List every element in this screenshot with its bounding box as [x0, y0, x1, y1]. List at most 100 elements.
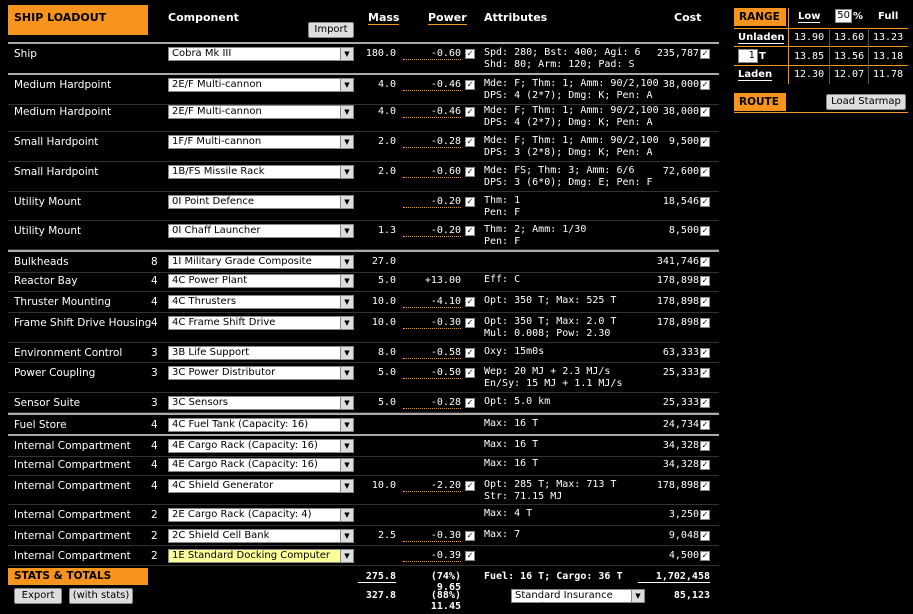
insurance-select[interactable]: Standard Insurance (95%) ▼ [511, 589, 645, 613]
cost-toggle-checkbox[interactable]: ✓ [700, 531, 710, 541]
component-select[interactable]: 4C Power Plant ▼ [168, 274, 354, 288]
slot-class: 2 [151, 530, 158, 542]
mass-value: 10.0 [371, 296, 396, 307]
power-toggle-checkbox[interactable]: ✓ [465, 297, 475, 307]
cost-toggle-checkbox[interactable]: ✓ [700, 441, 710, 451]
loadout-row: Ship Cobra Mk III ▼ 180.0 -0.60 ✓ Spd: 280; Bs… [8, 42, 719, 75]
component-select[interactable]: 2C Shield Cell Bank ▼ [168, 529, 354, 543]
power-toggle-checkbox[interactable]: ✓ [465, 318, 475, 328]
cost-toggle-checkbox[interactable]: ✓ [700, 460, 710, 470]
power-toggle-checkbox[interactable]: ✓ [465, 49, 475, 59]
component-select[interactable]: 1E Standard Docking Computer ▼ [168, 549, 354, 563]
import-button[interactable]: Import [308, 22, 354, 38]
power-toggle-checkbox[interactable]: ✓ [465, 107, 475, 117]
component-select[interactable]: 2E Cargo Rack (Capacity: 4) ▼ [168, 508, 354, 522]
cost-toggle-checkbox[interactable]: ✓ [700, 318, 710, 328]
low-header[interactable]: Low [798, 11, 821, 23]
component-select[interactable]: 4C Thrusters ▼ [168, 295, 354, 309]
mass-value: 180.0 [365, 48, 396, 59]
cost-toggle-checkbox[interactable]: ✓ [700, 297, 710, 307]
cost-toggle-checkbox[interactable]: ✓ [700, 348, 710, 358]
cost-toggle-checkbox[interactable]: ✓ [700, 551, 710, 561]
cost-toggle-checkbox[interactable]: ✓ [700, 107, 710, 117]
component-select[interactable]: 3C Sensors ▼ [168, 396, 354, 410]
component-select[interactable]: 1B/FS Missile Rack ▼ [168, 165, 354, 179]
cost-value: 25,333 [662, 367, 699, 378]
cost-toggle-checkbox[interactable]: ✓ [700, 481, 710, 491]
cost-value: 8,500 [668, 225, 699, 236]
cost-toggle-checkbox[interactable]: ✓ [700, 137, 710, 147]
cost-toggle-checkbox[interactable]: ✓ [700, 368, 710, 378]
component-select[interactable]: Cobra Mk III ▼ [168, 47, 354, 61]
power-toggle-checkbox[interactable]: ✓ [465, 481, 475, 491]
attribute-line: DPS: 3 (6*0); Dmg: E; Pen: F [484, 177, 653, 188]
power-toggle-checkbox[interactable]: ✓ [465, 531, 475, 541]
cost-value: 63,333 [662, 347, 699, 358]
with-stats-button[interactable]: (with stats) [69, 588, 133, 604]
cost-toggle-checkbox[interactable]: ✓ [700, 420, 710, 430]
export-button[interactable]: Export [14, 588, 62, 604]
mass-value: 5.0 [377, 397, 396, 408]
unladen-low: 13.90 [794, 32, 825, 43]
cost-toggle-checkbox[interactable]: ✓ [700, 49, 710, 59]
component-select[interactable]: 4E Cargo Rack (Capacity: 16) ▼ [168, 458, 354, 472]
power-toggle-checkbox[interactable]: ✓ [465, 167, 475, 177]
load-starmap-button[interactable]: Load Starmap [826, 94, 906, 110]
cost-toggle-checkbox[interactable]: ✓ [700, 226, 710, 236]
power-value: -0.20 [403, 196, 461, 208]
power-value: -0.46 [403, 106, 461, 118]
route-title: ROUTE [739, 96, 779, 108]
component-select[interactable]: 1F/F Multi-cannon ▼ [168, 135, 354, 149]
power-toggle-checkbox[interactable]: ✓ [465, 226, 475, 236]
attributes: Mde: F; Thm: 1; Amm: 90/2,100 DPS: 3 (2*8… [484, 135, 664, 159]
component-select[interactable]: 3C Power Distributor ▼ [168, 366, 354, 380]
power-header[interactable]: Power [428, 11, 467, 25]
cost-toggle-checkbox[interactable]: ✓ [700, 398, 710, 408]
power-toggle-checkbox[interactable]: ✓ [465, 398, 475, 408]
cost-toggle-checkbox[interactable]: ✓ [700, 197, 710, 207]
laden-label[interactable]: Laden [738, 69, 773, 81]
component-select-value: 1F/F Multi-cannon [172, 136, 262, 147]
power-toggle-checkbox[interactable]: ✓ [465, 551, 475, 561]
unladen-label[interactable]: Unladen [738, 32, 785, 44]
component-select[interactable]: 1I Military Grade Composite ▼ [168, 255, 354, 269]
cost-toggle-checkbox[interactable]: ✓ [700, 167, 710, 177]
slot-name: Small Hardpoint [14, 166, 99, 178]
loadout-row: Thruster Mounting 4 4C Thrusters ▼ 10.0 -4.10… [8, 292, 719, 313]
cost-toggle-checkbox[interactable]: ✓ [700, 257, 710, 267]
component-select[interactable]: 0I Point Defence ▼ [168, 195, 354, 209]
cost-value: 9,500 [668, 136, 699, 147]
power-toggle-checkbox[interactable]: ✓ [465, 80, 475, 90]
component-select[interactable]: 2E/F Multi-cannon ▼ [168, 78, 354, 92]
component-select[interactable]: 2E/F Multi-cannon ▼ [168, 105, 354, 119]
slot-class: 3 [151, 367, 158, 379]
attributes: Wep: 20 MJ + 2.3 MJ/s En/Sy: 15 MJ + 1.1 … [484, 366, 664, 390]
power-toggle-checkbox[interactable]: ✓ [465, 368, 475, 378]
mass-value: 8.0 [377, 347, 396, 358]
component-select[interactable]: 4C Fuel Tank (Capacity: 16) ▼ [168, 418, 354, 432]
component-select[interactable]: 4C Frame Shift Drive ▼ [168, 316, 354, 330]
power-toggle-checkbox[interactable]: ✓ [465, 137, 475, 147]
power-toggle-checkbox[interactable]: ✓ [465, 197, 475, 207]
cost-value: 341,746 [656, 256, 699, 267]
component-select[interactable]: 4C Shield Generator ▼ [168, 479, 354, 493]
attributes: Mde: FS; Thm: 3; Amm: 6/6 DPS: 3 (6*0); D… [484, 165, 664, 189]
loadout-row: Internal Compartment 4 4C Shield Generator… [8, 476, 719, 505]
cost-toggle-checkbox[interactable]: ✓ [700, 276, 710, 286]
component-select[interactable]: 4E Cargo Rack (Capacity: 16) ▼ [168, 439, 354, 453]
slot-name: Utility Mount [14, 196, 82, 208]
attribute-line: Opt: 5.0 km [484, 396, 551, 407]
loadout-row: Small Hardpoint 1F/F Multi-cannon ▼ 2.0 -0.2… [8, 132, 719, 162]
percent-input[interactable]: 50 [835, 9, 852, 23]
component-select[interactable]: 0I Chaff Launcher ▼ [168, 224, 354, 238]
cost-toggle-checkbox[interactable]: ✓ [700, 80, 710, 90]
mass-header[interactable]: Mass [368, 11, 400, 25]
chevron-down-icon: ▼ [340, 166, 353, 178]
tonnage-input[interactable]: 1 [738, 49, 758, 63]
attribute-line: Pen: F [484, 236, 521, 247]
chevron-down-icon: ▼ [340, 419, 353, 431]
cost-toggle-checkbox[interactable]: ✓ [700, 510, 710, 520]
power-toggle-checkbox[interactable]: ✓ [465, 348, 475, 358]
power-value: -0.30 [403, 530, 461, 542]
component-select[interactable]: 3B Life Support ▼ [168, 346, 354, 360]
